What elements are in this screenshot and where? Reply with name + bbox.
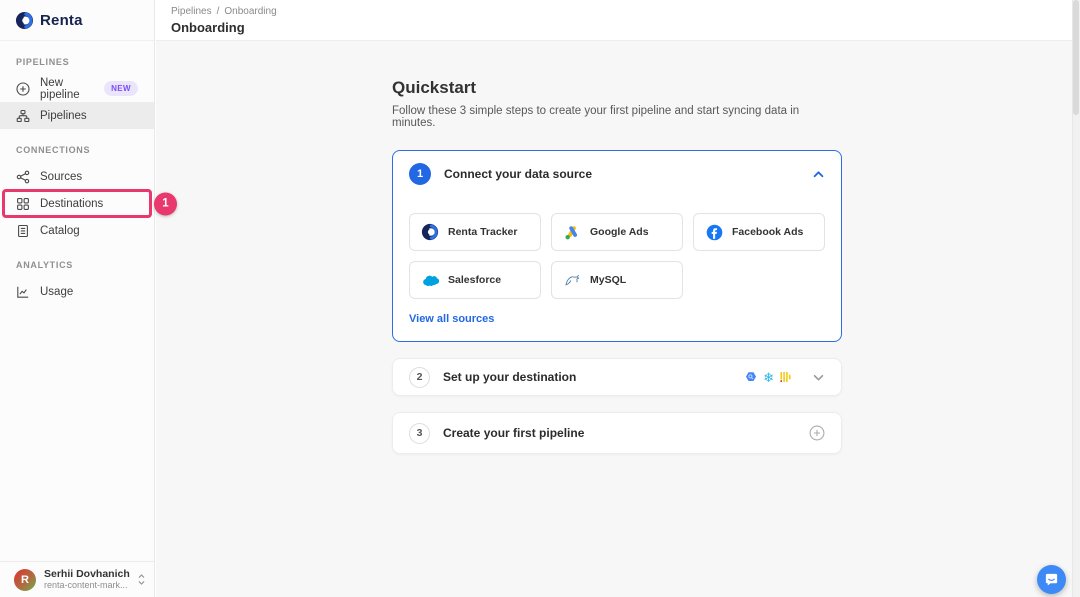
source-tile-label: Google Ads <box>590 226 649 238</box>
source-tile-label: Salesforce <box>448 274 501 286</box>
renta-logo-icon <box>15 11 34 30</box>
scrollbar-thumb[interactable] <box>1073 0 1079 115</box>
destination-preview-icons: ❄ <box>745 371 791 384</box>
plus-circle-icon <box>16 82 30 96</box>
user-name: Serhii Dovhanich <box>44 568 129 580</box>
user-workspace: renta-content-mark... <box>44 580 129 590</box>
step1-header[interactable]: 1 Connect your data source <box>393 151 841 197</box>
source-tile-renta-tracker[interactable]: Renta Tracker <box>409 213 541 251</box>
chat-widget-button[interactable] <box>1037 565 1066 594</box>
chevron-down-icon[interactable] <box>812 371 825 384</box>
scrollbar-track <box>1072 0 1080 597</box>
sidebar-item-usage[interactable]: Usage <box>0 278 154 305</box>
step2-title: Set up your destination <box>443 370 576 384</box>
quickstart-subtitle: Follow these 3 simple steps to create yo… <box>392 105 842 129</box>
sidebar-item-label: Pipelines <box>40 110 87 122</box>
sidebar-item-label: Catalog <box>40 225 80 237</box>
source-tile-mysql[interactable]: MySQL <box>551 261 683 299</box>
step3-title: Create your first pipeline <box>443 426 584 440</box>
app-logo[interactable]: Renta <box>0 0 154 41</box>
source-tile-google-ads[interactable]: Google Ads <box>551 213 683 251</box>
user-menu[interactable]: R Serhii Dovhanich renta-content-mark... <box>0 561 154 597</box>
sidebar-item-label: Sources <box>40 171 82 183</box>
step1-card: 1 Connect your data source Renta Tracker <box>392 150 842 342</box>
breadcrumb-separator: / <box>217 6 220 17</box>
quickstart-title: Quickstart <box>392 78 842 98</box>
bigquery-icon <box>745 371 757 383</box>
app-window: Renta PIPELINES New pipeline NEW Pipelin… <box>0 0 1080 597</box>
step1-number-badge: 1 <box>409 163 431 185</box>
avatar: R <box>14 569 36 591</box>
snowflake-icon: ❄ <box>763 371 774 384</box>
sidebar-item-pipelines[interactable]: Pipelines <box>0 102 154 129</box>
annotation-step-badge: 1 <box>154 192 177 215</box>
google-ads-icon <box>563 224 581 241</box>
catalog-document-icon <box>16 224 30 238</box>
breadcrumb-current: Onboarding <box>224 6 276 17</box>
sidebar-section-analytics: ANALYTICS <box>16 260 138 270</box>
chart-line-icon <box>16 285 30 299</box>
chevron-up-down-icon <box>137 573 146 586</box>
sidebar-item-new-pipeline[interactable]: New pipeline NEW <box>0 75 154 102</box>
main-area: Quickstart Follow these 3 simple steps t… <box>156 41 1080 597</box>
mysql-dolphin-icon <box>563 271 581 289</box>
page-header: Pipelines / Onboarding Onboarding <box>156 0 1080 41</box>
source-tile-facebook-ads[interactable]: Facebook Ads <box>693 213 825 251</box>
source-tile-label: MySQL <box>590 274 626 286</box>
clickhouse-icon <box>780 371 791 383</box>
chevron-up-icon[interactable] <box>812 168 825 181</box>
renta-tracker-icon <box>421 223 439 241</box>
sidebar-item-label: Usage <box>40 286 73 298</box>
grid-icon <box>16 197 30 211</box>
step3-number-badge: 3 <box>409 423 430 444</box>
sidebar-item-catalog[interactable]: Catalog <box>0 217 154 244</box>
sitemap-icon <box>16 109 30 123</box>
sidebar: Renta PIPELINES New pipeline NEW Pipelin… <box>0 0 155 597</box>
sidebar-item-sources[interactable]: Sources <box>0 163 154 190</box>
sidebar-item-destinations[interactable]: Destinations 1 <box>0 190 154 217</box>
plus-circle-expand-icon[interactable] <box>809 425 825 441</box>
source-tile-salesforce[interactable]: Salesforce <box>409 261 541 299</box>
sidebar-section-pipelines: PIPELINES <box>16 57 138 67</box>
sidebar-section-connections: CONNECTIONS <box>16 145 138 155</box>
sidebar-item-label: New pipeline <box>40 77 94 101</box>
source-tiles: Renta Tracker Google Ads Facebook Ads <box>393 197 841 299</box>
breadcrumb: Pipelines / Onboarding <box>171 6 1080 17</box>
source-tile-label: Facebook Ads <box>732 226 803 238</box>
step2-card[interactable]: 2 Set up your destination ❄ <box>392 358 842 396</box>
app-logo-text: Renta <box>40 12 83 29</box>
page-title: Onboarding <box>171 20 1080 35</box>
view-all-sources-link[interactable]: View all sources <box>393 299 510 341</box>
share-nodes-icon <box>16 170 30 184</box>
sidebar-item-label: Destinations <box>40 198 103 210</box>
step2-number-badge: 2 <box>409 367 430 388</box>
source-tile-label: Renta Tracker <box>448 226 517 238</box>
quickstart-panel: Quickstart Follow these 3 simple steps t… <box>392 78 842 454</box>
step3-card[interactable]: 3 Create your first pipeline <box>392 412 842 454</box>
salesforce-icon <box>421 273 439 287</box>
facebook-icon <box>705 224 723 241</box>
new-badge: NEW <box>104 81 138 96</box>
chat-bubble-icon <box>1044 572 1059 587</box>
step1-title: Connect your data source <box>444 167 592 181</box>
breadcrumb-pipelines[interactable]: Pipelines <box>171 6 212 17</box>
